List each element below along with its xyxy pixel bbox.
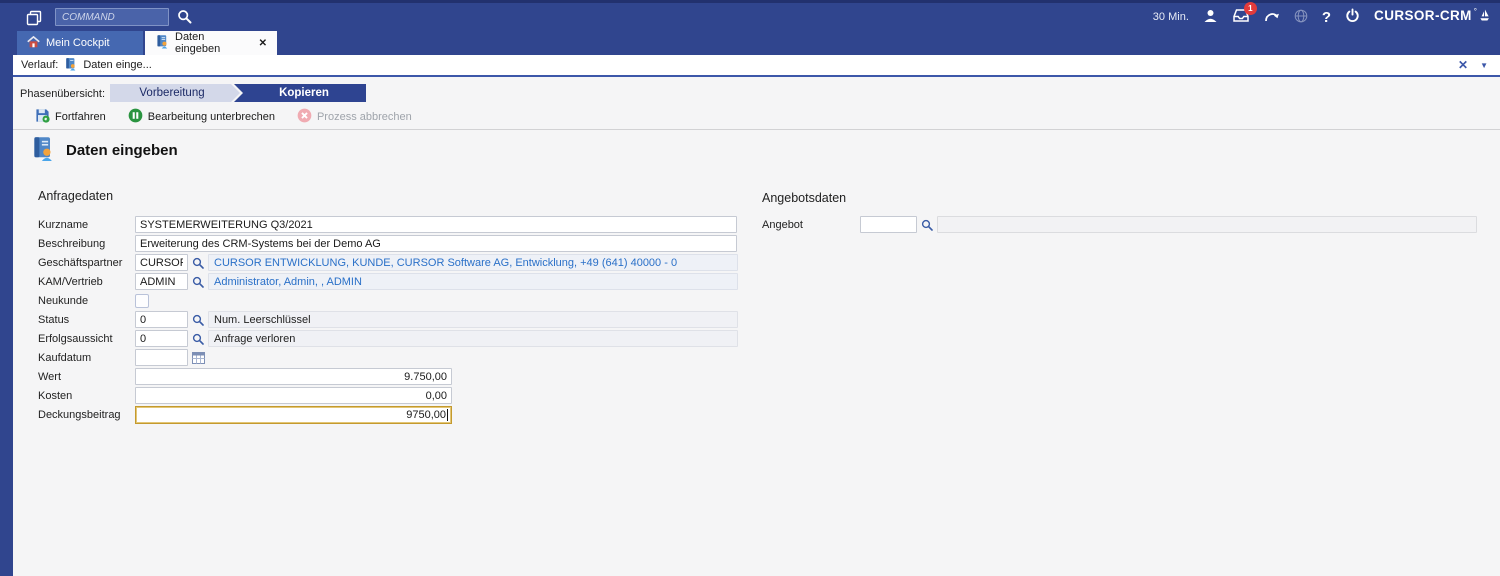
field-label: Status [38,313,70,326]
inbox-icon[interactable]: 1 [1232,2,1257,26]
section-title: Angebotsdaten [762,191,847,205]
history-bar: Verlauf: Daten einge... ✕ ▼ [13,55,1500,77]
field-label: Neukunde [38,294,89,307]
page-title: Daten eingeben [66,141,178,159]
form-row-kurzname: Kurzname [38,216,743,233]
form-row-wert: Wert [38,368,743,385]
page-header: Daten eingeben [30,135,178,165]
geschaeftspartner-input[interactable] [135,254,188,271]
tab-label: Mein Cockpit [46,37,110,49]
form-row-status: Status Num. Leerschlüssel [38,311,743,328]
status-input[interactable] [135,311,188,328]
process-doc-icon [155,34,169,52]
phase-overview-label: Phasenübersicht: [20,88,105,100]
form-row-beschreibung: Beschreibung [38,235,743,252]
field-label: Kosten [38,389,73,402]
form-row-erfolgsaussicht: Erfolgsaussicht Anfrage verloren [38,330,743,347]
kaufdatum-input[interactable] [135,349,188,366]
search-icon[interactable] [177,9,192,27]
pause-editing-button[interactable]: Bearbeitung unterbrechen [128,108,275,126]
chevron-down-icon[interactable]: ▼ [1480,61,1488,70]
kam-vertrieb-link[interactable]: Administrator, Admin, , ADMIN [208,273,738,290]
app-logo: CURSOR-CRM ° [1374,7,1490,26]
lookup-search-icon[interactable] [192,276,204,288]
globe-icon [1294,9,1308,26]
field-label: Wert [38,370,62,383]
offer-data-section: Angebotsdaten Angebot [762,191,1482,235]
continue-button[interactable]: Fortfahren [35,108,106,126]
tab-label: Daten eingeben [175,31,221,55]
sailboat-icon [1479,8,1490,26]
help-icon[interactable]: ? [1322,9,1331,26]
lookup-search-icon[interactable] [192,333,204,345]
tab-mein-cockpit[interactable]: Mein Cockpit [17,31,143,55]
phase-vorbereitung[interactable]: Vorbereitung [110,84,240,102]
app-logo-text: CURSOR-CRM [1374,8,1472,23]
geschaeftspartner-link[interactable]: CURSOR ENTWICKLUNG, KUNDE, CURSOR Softwa… [208,254,738,271]
field-label: Deckungsbeitrag [38,408,121,421]
field-label: Erfolgsaussicht [38,332,113,345]
form-row-kosten: Kosten [38,387,743,404]
section-title: Anfragedaten [38,189,114,203]
history-entry[interactable]: Daten einge... [83,59,152,71]
erfolgsaussicht-input[interactable] [135,330,188,347]
save-continue-icon [35,108,50,126]
field-label: Geschäftspartner [38,256,123,269]
close-icon[interactable]: ✕ [1458,58,1468,72]
continue-label: Fortfahren [55,111,106,123]
tab-bar: ❯ Mein Cockpit Daten eingeben ✕ [0,31,1500,55]
field-label: Beschreibung [38,237,106,250]
form-row-geschaeftspartner: Geschäftspartner CURSOR ENTWICKLUNG, KUN… [38,254,743,271]
home-icon [27,35,40,51]
process-doc-icon [30,135,55,165]
text-caret [447,408,448,421]
lookup-search-icon[interactable] [921,219,933,231]
lookup-search-icon[interactable] [192,257,204,269]
field-label: Kaufdatum [38,351,92,364]
lookup-search-icon[interactable] [192,314,204,326]
beschreibung-input[interactable] [135,235,737,252]
neukunde-checkbox[interactable] [135,293,149,308]
erfolgsaussicht-text-field: Anfrage verloren [208,330,738,347]
kosten-input[interactable] [135,387,452,404]
power-icon[interactable] [1345,8,1360,26]
cancel-icon [297,108,312,126]
angebot-text-field [937,216,1477,233]
process-doc-icon [64,57,77,74]
phase-overview: Vorbereitung Kopieren [110,84,366,102]
form-row-neukunde: Neukunde [38,292,743,309]
top-bar: 30 Min. 1 ? [0,0,1500,31]
kam-vertrieb-input[interactable] [135,273,188,290]
redo-icon[interactable] [1264,9,1280,26]
action-toolbar: Fortfahren Bearbeitung unterbrechen Proz… [13,105,1500,130]
wert-input[interactable] [135,368,452,385]
angebot-input[interactable] [860,216,917,233]
form-row-kam-vertrieb: KAM/Vertrieb Administrator, Admin, , ADM… [38,273,743,290]
deckungsbeitrag-input[interactable]: 9750,00 [135,405,452,424]
user-icon[interactable] [1203,9,1218,26]
phase-kopieren[interactable]: Kopieren [234,84,366,102]
window-copy-icon[interactable] [26,10,42,29]
form-row-deckungsbeitrag: Deckungsbeitrag 9750,00 [38,405,743,424]
cancel-process-button: Prozess abbrechen [297,108,412,126]
session-timeout: 30 Min. [1152,11,1189,23]
status-text-field: Num. Leerschlüssel [208,311,738,328]
field-label: KAM/Vertrieb [38,275,103,288]
request-data-section: Anfragedaten Kurzname Beschreibung Gesch… [38,189,743,425]
field-label: Kurzname [38,218,89,231]
inbox-badge: 1 [1243,2,1257,15]
cancel-label: Prozess abbrechen [316,111,412,123]
history-label: Verlauf: [21,59,59,71]
tab-close-icon[interactable]: ✕ [259,38,267,49]
command-input[interactable] [55,8,169,26]
kurzname-input[interactable] [135,216,737,233]
left-edge-strip [0,31,13,576]
pause-icon [128,108,143,126]
pause-label: Bearbeitung unterbrechen [147,111,275,123]
calendar-icon[interactable] [192,351,205,364]
form-row-angebot: Angebot [762,216,1482,233]
form-row-kaufdatum: Kaufdatum [38,349,743,366]
field-label: Angebot [762,218,803,231]
tab-daten-eingeben[interactable]: Daten eingeben ✕ [145,31,277,55]
